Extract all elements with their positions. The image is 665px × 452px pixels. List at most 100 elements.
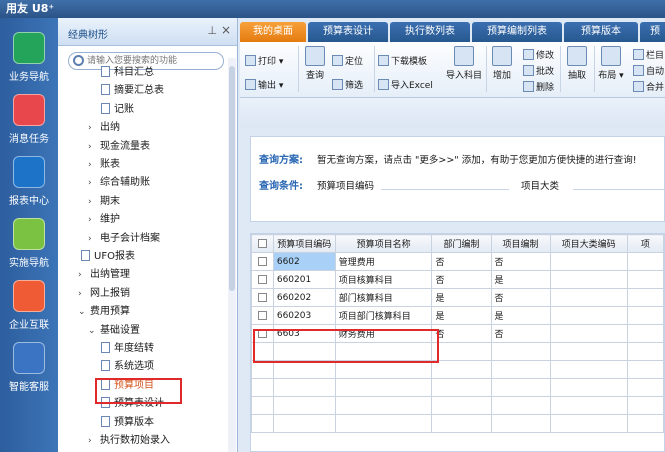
tree-item[interactable]: › 出纳 (88, 119, 120, 137)
delete-button[interactable]: 删除 (523, 80, 554, 93)
checkbox[interactable] (257, 292, 267, 302)
tree-item[interactable]: › 现金流量表 (88, 138, 150, 156)
table-cell[interactable] (549, 288, 628, 307)
scrollbar-thumb[interactable] (229, 66, 235, 291)
tree-item[interactable]: 记账 (98, 101, 134, 119)
table-cell[interactable] (626, 288, 664, 307)
tab-item[interactable]: 预 (640, 22, 665, 42)
table-cell[interactable]: 否 (431, 324, 492, 343)
checkbox[interactable] (257, 238, 267, 248)
row-checkbox-cell[interactable] (251, 270, 274, 289)
table-cell[interactable] (626, 270, 664, 289)
checkbox[interactable] (257, 256, 267, 266)
left-nav-item[interactable]: 智能客服 (0, 342, 58, 393)
tree-item[interactable]: 系统选项 (98, 358, 154, 376)
table-cell[interactable] (626, 252, 664, 271)
close-icon[interactable]: × (221, 23, 231, 37)
column-header[interactable]: 预算项目名称 (334, 234, 433, 253)
column-header[interactable]: 项 (626, 234, 664, 253)
table-cell[interactable] (549, 252, 628, 271)
tab-item[interactable]: 预算编制列表 (472, 22, 562, 42)
left-nav-item[interactable]: 企业互联 (0, 280, 58, 331)
pin-icon[interactable]: ⊥ (207, 24, 217, 37)
table-cell[interactable]: 否 (431, 252, 492, 271)
import-excel-button[interactable]: 导入Excel (378, 78, 433, 91)
table-cell[interactable]: 660201 (272, 270, 336, 289)
left-nav-item[interactable]: 消息任务 (0, 94, 58, 145)
tab-item[interactable]: 预算版本 (564, 22, 638, 42)
left-nav-item[interactable]: 报表中心 (0, 156, 58, 207)
checkbox[interactable] (257, 274, 267, 284)
column-header[interactable]: 部门编制 (431, 234, 492, 253)
table-cell[interactable]: 否 (490, 252, 551, 271)
table-cell[interactable]: 否 (490, 324, 551, 343)
tab-item[interactable]: 我的桌面 (240, 22, 306, 42)
tab-item[interactable]: 执行数列表 (390, 22, 470, 42)
table-cell[interactable]: 6602 (272, 252, 336, 271)
tree-item[interactable]: ⌄ 费用预算 (78, 303, 130, 321)
table-cell[interactable]: 项目部门核算科目 (334, 306, 433, 325)
table-row[interactable]: 660203 项目部门核算科目是是 (251, 306, 664, 325)
tree-item[interactable]: 科目汇总 (98, 64, 154, 82)
table-row[interactable]: 6602 管理费用否否 (251, 252, 664, 271)
query-button[interactable]: 查询 (302, 46, 328, 81)
table-row[interactable]: 660201 项目核算科目否是 (251, 270, 664, 289)
table-cell[interactable] (549, 306, 628, 325)
table-cell[interactable]: 660202 (272, 288, 336, 307)
table-cell[interactable] (626, 324, 664, 343)
table-cell[interactable] (549, 270, 628, 289)
merge-button[interactable]: 合并 (633, 80, 664, 93)
query-scheme-hint[interactable]: 暂无查询方案，请点击 "更多>>" 添加，有助于您更加方便快捷的进行查询! (317, 152, 637, 166)
table-cell[interactable]: 否 (431, 270, 492, 289)
tab-item[interactable]: 预算表设计 (308, 22, 388, 42)
extract-button[interactable]: 抽取 (564, 46, 590, 81)
tree-item[interactable]: 预算版本 (98, 414, 154, 432)
left-nav-item[interactable]: 实施导航 (0, 218, 58, 269)
tree-item[interactable]: ⌄ 基础设置 (88, 322, 140, 340)
tree-item[interactable]: › 综合辅助账 (88, 174, 150, 192)
column-header[interactable]: 项目编制 (490, 234, 551, 253)
print-button[interactable]: 打印 ▾ (245, 54, 283, 67)
table-cell[interactable] (626, 306, 664, 325)
select-all-checkbox[interactable] (251, 234, 274, 253)
batch-modify-button[interactable]: 批改 (523, 64, 554, 77)
condition-input-code[interactable] (381, 189, 509, 190)
table-cell[interactable]: 是 (431, 306, 492, 325)
filter-button[interactable]: 筛选 (332, 78, 363, 91)
add-button[interactable]: 增加 (490, 46, 514, 81)
download-template-button[interactable]: 下载模板 (378, 54, 427, 67)
tree-item[interactable]: 年度结转 (98, 340, 154, 358)
table-cell[interactable]: 部门核算科目 (334, 288, 433, 307)
table-cell[interactable]: 是 (431, 288, 492, 307)
locate-button[interactable]: 定位 (332, 54, 363, 67)
tree-scrollbar[interactable] (228, 58, 236, 452)
auto-button[interactable]: 自动 (633, 64, 664, 77)
table-cell[interactable]: 管理费用 (334, 252, 433, 271)
tree-item[interactable]: › 电子会计档案 (88, 230, 160, 248)
row-checkbox-cell[interactable] (251, 252, 274, 271)
left-nav-item[interactable]: 业务导航 (0, 32, 58, 83)
row-checkbox-cell[interactable] (251, 306, 274, 325)
column-header[interactable]: 预算项目编码 (272, 234, 336, 253)
tree-item[interactable]: › 出纳管理 (78, 266, 130, 284)
table-row[interactable]: 660202 部门核算科目是否 (251, 288, 664, 307)
condition-input-category[interactable] (573, 189, 665, 190)
row-checkbox-cell[interactable] (251, 288, 274, 307)
table-cell[interactable] (549, 324, 628, 343)
tree-item[interactable]: › 执行数初始录入 (88, 432, 170, 450)
table-cell[interactable]: 是 (490, 270, 551, 289)
tree-item[interactable]: UFO报表 (78, 248, 135, 266)
checkbox[interactable] (257, 310, 267, 320)
table-cell[interactable]: 否 (490, 288, 551, 307)
import-subject-button[interactable]: 导入科目 (443, 46, 485, 81)
table-cell[interactable]: 660203 (272, 306, 336, 325)
tree-item[interactable]: › 账表 (88, 156, 120, 174)
tree-item[interactable]: › 网上报销 (78, 285, 130, 303)
table-cell[interactable]: 是 (490, 306, 551, 325)
tree-item[interactable]: › 期末 (88, 193, 120, 211)
export-button[interactable]: 输出 ▾ (245, 78, 283, 91)
column-header[interactable]: 项目大类编码 (549, 234, 628, 253)
modify-button[interactable]: 修改 (523, 48, 554, 61)
column-button[interactable]: 栏目 (633, 48, 664, 61)
table-cell[interactable]: 项目核算科目 (334, 270, 433, 289)
